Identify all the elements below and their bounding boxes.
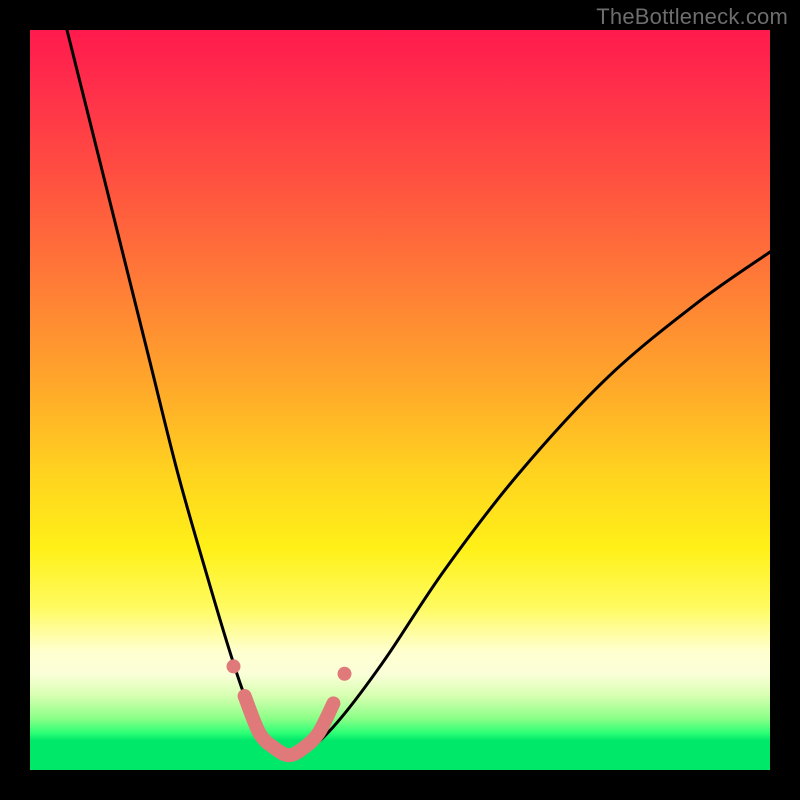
highlight-dot	[338, 667, 352, 681]
bottleneck-curve	[67, 30, 770, 755]
bottleneck-curve-svg	[30, 30, 770, 770]
highlight-dots	[227, 659, 352, 680]
highlight-dot	[227, 659, 241, 673]
plot-area	[30, 30, 770, 770]
highlight-segment-line	[245, 696, 334, 755]
watermark-text: TheBottleneck.com	[596, 4, 788, 30]
chart-frame: TheBottleneck.com	[0, 0, 800, 800]
